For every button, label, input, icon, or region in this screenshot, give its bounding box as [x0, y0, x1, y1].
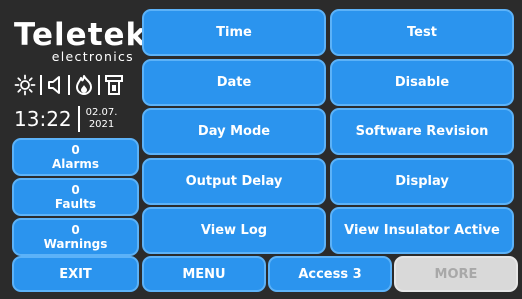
more-button[interactable]: MORE — [394, 256, 518, 292]
access-level-button[interactable]: Access 3 — [268, 256, 392, 292]
output-delay-button[interactable]: Output Delay — [142, 158, 326, 205]
faults-count: 0 — [71, 183, 80, 197]
day-mode-button[interactable]: Day Mode — [142, 108, 326, 155]
divider — [98, 75, 100, 95]
software-revision-button[interactable]: Software Revision — [330, 108, 514, 155]
divider — [40, 75, 42, 95]
clock: 13:22 02.07. 2021 — [14, 102, 138, 136]
logo-brand: Teletek — [14, 17, 148, 53]
display-button[interactable]: Display — [330, 158, 514, 205]
time-button[interactable]: Time — [142, 9, 326, 56]
date-button[interactable]: Date — [142, 59, 326, 106]
faults-button[interactable]: 0 Faults — [12, 178, 139, 216]
divider — [68, 75, 70, 95]
clock-date: 02.07. 2021 — [86, 107, 118, 131]
view-insulator-active-button[interactable]: View Insulator Active — [330, 207, 514, 254]
view-log-button[interactable]: View Log — [142, 207, 326, 254]
flame-icon — [74, 74, 94, 96]
speaker-icon — [46, 74, 64, 96]
sun-icon — [14, 74, 36, 96]
clock-time: 13:22 — [14, 107, 72, 131]
test-button[interactable]: Test — [330, 9, 514, 56]
exit-button[interactable]: EXIT — [12, 256, 139, 292]
warnings-count: 0 — [71, 223, 80, 237]
tower-icon — [104, 74, 124, 96]
clock-date-day-month: 02.07. — [85, 107, 118, 118]
warnings-button[interactable]: 0 Warnings — [12, 218, 139, 256]
alarms-count: 0 — [71, 143, 80, 157]
menu-button[interactable]: MENU — [142, 256, 266, 292]
alarms-label: Alarms — [51, 157, 100, 171]
divider — [77, 106, 80, 132]
warnings-label: Warnings — [43, 237, 108, 251]
status-icon-row — [14, 71, 138, 99]
teletek-logo: Teletek electronics — [10, 17, 148, 63]
disable-button[interactable]: Disable — [330, 59, 514, 106]
alarms-button[interactable]: 0 Alarms — [12, 138, 139, 176]
clock-date-year: 2021 — [88, 119, 115, 130]
faults-label: Faults — [54, 197, 97, 211]
